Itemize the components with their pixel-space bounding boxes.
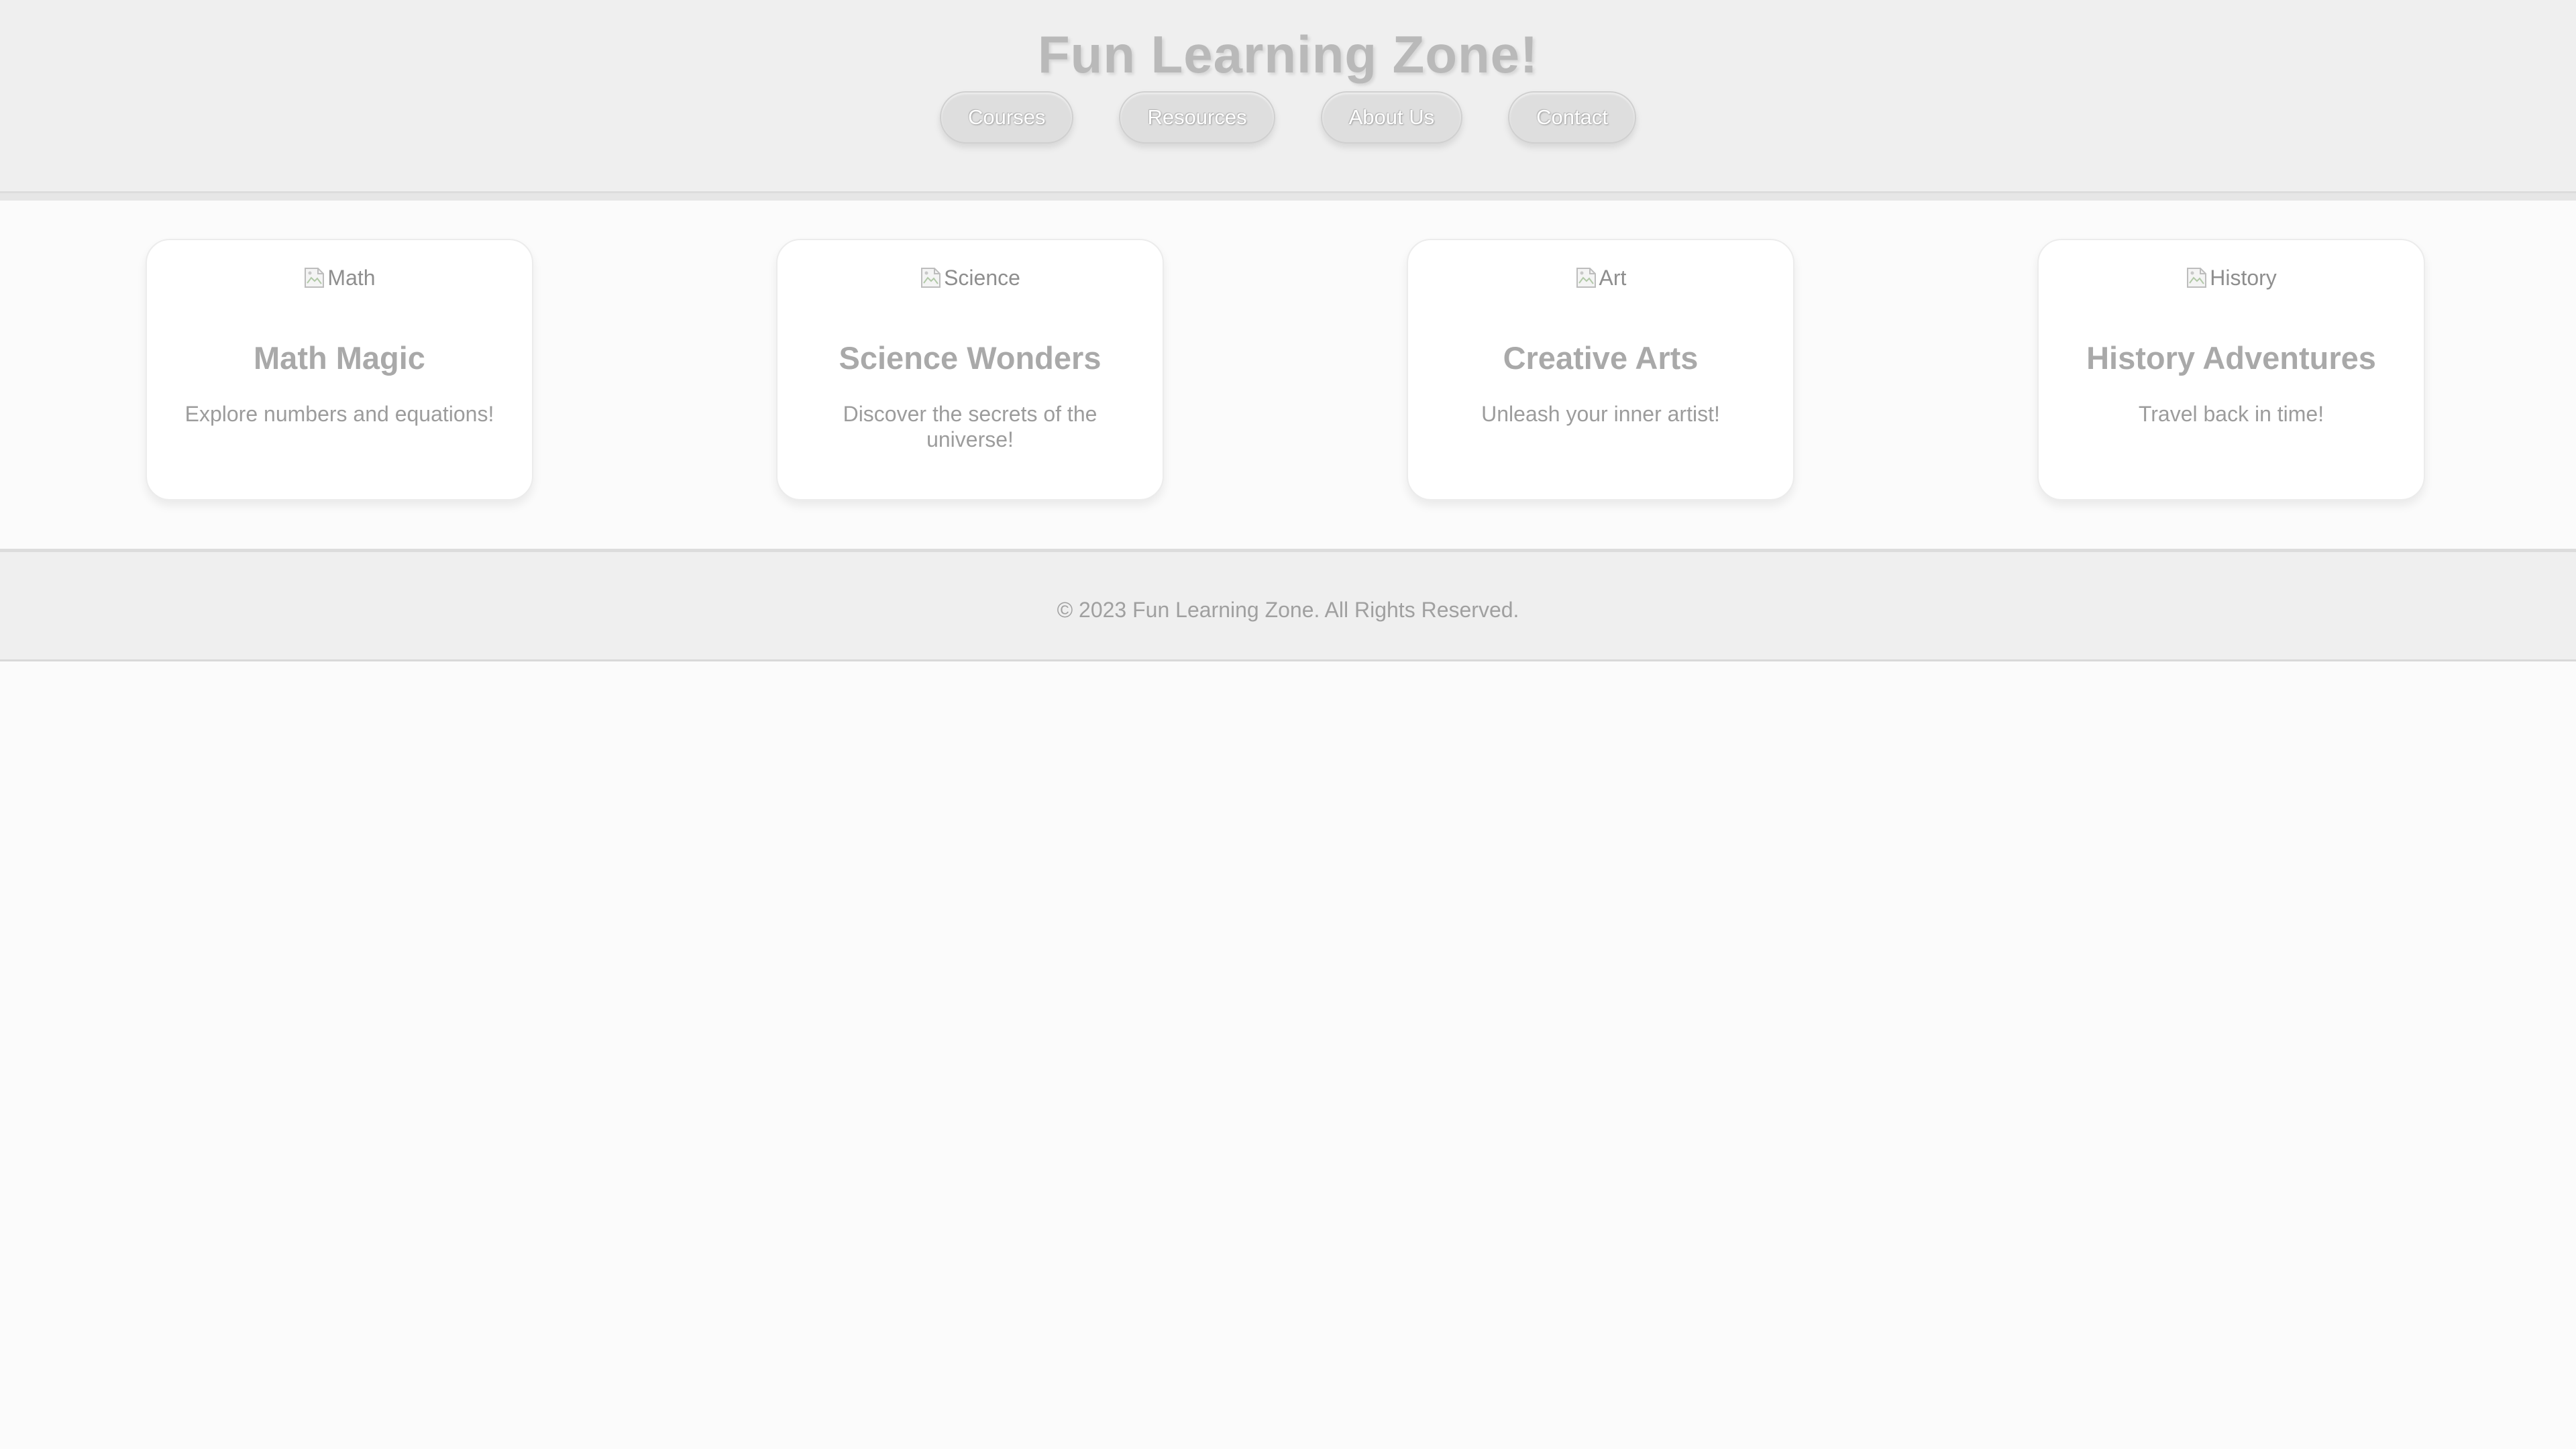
copyright-text: © 2023 Fun Learning Zone. All Rights Res… — [1057, 598, 1519, 622]
site-title: Fun Learning Zone! — [1038, 25, 1538, 84]
card-description: Travel back in time! — [2138, 402, 2324, 426]
card-image-alt-text: History — [2210, 265, 2277, 290]
card-description: Discover the secrets of the universe! — [843, 402, 1097, 451]
card-title: History Adventures — [2086, 340, 2376, 376]
course-card-science[interactable]: Science Science Wonders Discover the sec… — [776, 239, 1164, 500]
broken-image-icon — [1575, 266, 1598, 290]
nav-button-resources[interactable]: Resources — [1119, 91, 1275, 144]
nav-button-contact[interactable]: Contact — [1508, 91, 1636, 144]
card-image: Art — [1408, 264, 1793, 291]
card-image: History — [2039, 264, 2424, 291]
card-image: Math — [147, 264, 532, 291]
broken-image-icon — [2186, 266, 2208, 290]
site-footer: © 2023 Fun Learning Zone. All Rights Res… — [0, 549, 2576, 661]
card-description: Explore numbers and equations! — [184, 402, 494, 426]
card-image: Science — [777, 264, 1163, 291]
site-header: Fun Learning Zone! Courses Resources Abo… — [0, 0, 2576, 201]
course-cards: Math Math Magic Explore numbers and equa… — [0, 239, 2576, 502]
card-image-alt-text: Science — [944, 265, 1020, 290]
card-image-alt-text: Math — [327, 265, 376, 290]
broken-image-icon — [303, 266, 326, 290]
course-card-art[interactable]: Art Creative Arts Unleash your inner art… — [1407, 239, 1794, 500]
nav-button-courses[interactable]: Courses — [940, 91, 1074, 144]
course-card-history[interactable]: History History Adventures Travel back i… — [2037, 239, 2425, 500]
card-title: Science Wonders — [839, 340, 1102, 376]
broken-image-icon — [920, 266, 943, 290]
card-description: Unleash your inner artist! — [1481, 402, 1720, 426]
course-card-math[interactable]: Math Math Magic Explore numbers and equa… — [146, 239, 533, 500]
card-title: Creative Arts — [1503, 340, 1699, 376]
card-title: Math Magic — [254, 340, 425, 376]
main-nav: Courses Resources About Us Contact — [0, 91, 2576, 144]
nav-button-about-us[interactable]: About Us — [1320, 91, 1463, 144]
card-image-alt-text: Art — [1599, 265, 1627, 290]
